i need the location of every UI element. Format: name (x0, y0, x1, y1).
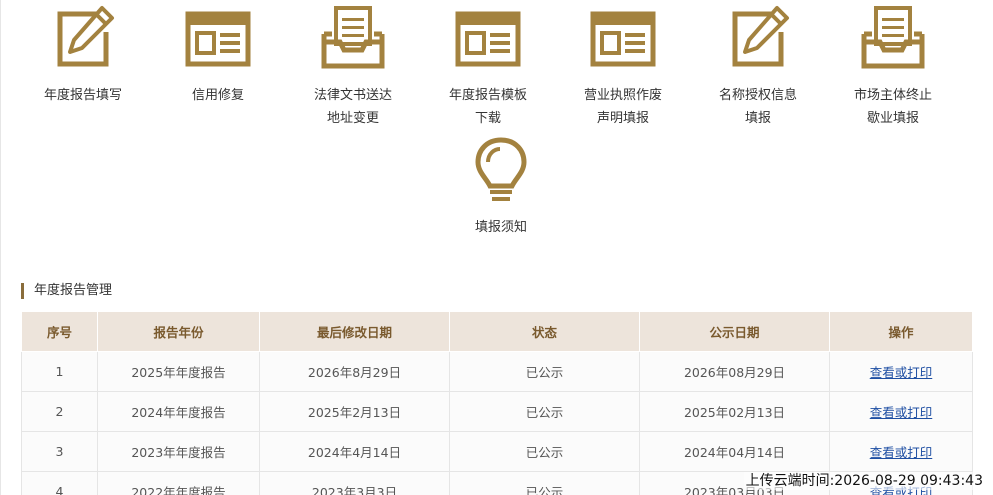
tile-annual-report-fill[interactable]: 年度报告填写 (23, 4, 143, 107)
tile-filing-instructions[interactable]: 填报须知 (441, 136, 561, 239)
form-document-icon (455, 11, 521, 67)
column-header-action: 操作 (829, 311, 973, 352)
tile-label: 年度报告模板 下载 (448, 88, 527, 126)
view-print-link[interactable]: 查看或打印 (870, 405, 933, 420)
tile-label: 信用修复 (191, 88, 244, 103)
tile-label: 营业执照作废 声明填报 (583, 88, 662, 126)
lightbulb-icon (475, 137, 527, 201)
cell-modified: 2023年3月3日 (259, 471, 450, 495)
upload-time-watermark: 上传云端时间:2026-08-29 09:43:43 (743, 472, 985, 490)
annual-report-table: 序号 报告年份 最后修改日期 状态 公示日期 操作 1 2025年年度报告 20… (21, 311, 973, 495)
form-document-icon (590, 11, 656, 67)
cell-action: 查看或打印 (829, 351, 973, 392)
view-print-link[interactable]: 查看或打印 (870, 445, 933, 460)
cell-publish-date: 2026年08月29日 (639, 351, 830, 392)
cell-publish-date: 2025年02月13日 (639, 391, 830, 432)
tile-name-authorization-info[interactable]: 名称授权信息 填报 (698, 4, 818, 130)
tile-credit-repair[interactable]: 信用修复 (158, 4, 278, 107)
page: 年度报告填写 信用修复 法律文书送达 地址变更 年度报告模板 下载 营业执照作废… (0, 0, 993, 495)
cell-year: 2025年年度报告 (97, 351, 260, 392)
tile-label: 市场主体终止 歇业填报 (853, 88, 932, 126)
table-row: 2 2024年年度报告 2025年2月13日 已公示 2025年02月13日 查… (21, 391, 973, 432)
cell-status: 已公示 (449, 471, 640, 495)
tile-label: 年度报告填写 (43, 88, 122, 103)
column-header-publish-date: 公示日期 (639, 311, 830, 352)
inbox-tray-icon (321, 6, 385, 69)
cell-action: 查看或打印 (829, 391, 973, 432)
cell-year: 2024年年度报告 (97, 391, 260, 432)
section-title: 年度报告管理 (21, 283, 112, 299)
pencil-square-icon (57, 6, 114, 67)
table-header-row: 序号 报告年份 最后修改日期 状态 公示日期 操作 (21, 311, 973, 352)
tile-market-entity-termination[interactable]: 市场主体终止 歇业填报 (833, 4, 953, 130)
cell-modified: 2026年8月29日 (259, 351, 450, 392)
column-header-modified: 最后修改日期 (259, 311, 450, 352)
tile-label: 名称授权信息 填报 (718, 88, 797, 126)
view-print-link[interactable]: 查看或打印 (870, 365, 933, 380)
column-header-status: 状态 (449, 311, 640, 352)
tile-annual-report-template-download[interactable]: 年度报告模板 下载 (428, 4, 548, 130)
cell-publish-date: 2024年04月14日 (639, 431, 830, 472)
column-header-no: 序号 (21, 311, 98, 352)
form-document-icon (185, 11, 251, 67)
tile-label: 填报须知 (474, 220, 527, 235)
cell-modified: 2025年2月13日 (259, 391, 450, 432)
tile-business-license-void-declaration[interactable]: 营业执照作废 声明填报 (563, 4, 683, 130)
cell-year: 2023年年度报告 (97, 431, 260, 472)
cell-no: 3 (21, 431, 98, 472)
cell-status: 已公示 (449, 351, 640, 392)
cell-modified: 2024年4月14日 (259, 431, 450, 472)
table-row: 3 2023年年度报告 2024年4月14日 已公示 2024年04月14日 查… (21, 431, 973, 472)
cell-year: 2022年年度报告 (97, 471, 260, 495)
tile-legal-document-address-change[interactable]: 法律文书送达 地址变更 (293, 4, 413, 130)
cell-no: 4 (21, 471, 98, 495)
cell-no: 2 (21, 391, 98, 432)
cell-status: 已公示 (449, 431, 640, 472)
cell-status: 已公示 (449, 391, 640, 432)
cell-no: 1 (21, 351, 98, 392)
cell-action: 查看或打印 (829, 431, 973, 472)
inbox-tray-icon (861, 6, 925, 69)
tile-label: 法律文书送达 地址变更 (313, 88, 392, 126)
column-header-year: 报告年份 (97, 311, 260, 352)
pencil-square-icon (732, 6, 789, 67)
table-row: 1 2025年年度报告 2026年8月29日 已公示 2026年08月29日 查… (21, 351, 973, 392)
